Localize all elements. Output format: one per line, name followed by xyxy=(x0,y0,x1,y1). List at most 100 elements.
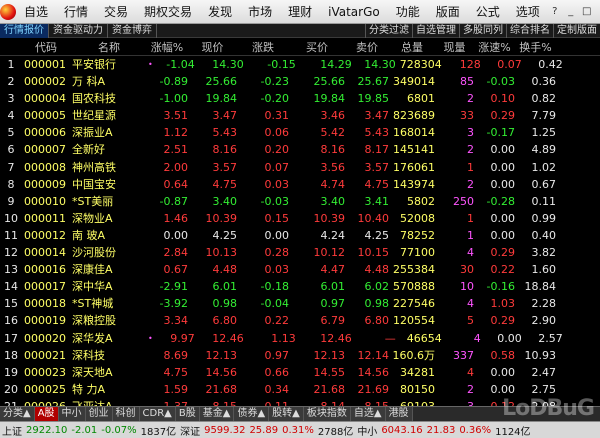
cell-change-pct: 2.51 xyxy=(163,143,189,157)
cell-change: 0.20 xyxy=(264,143,290,157)
menu-item-2[interactable]: 交易 xyxy=(96,0,136,24)
menu-item-0[interactable]: 自选 xyxy=(16,0,56,24)
menu-item-9[interactable]: 版面 xyxy=(428,0,468,24)
menu-item-5[interactable]: 市场 xyxy=(240,0,280,24)
col-header-volume[interactable]: 总量 xyxy=(389,39,435,55)
table-row[interactable]: 5 000006 深振业A 1.12 5.43 0.06 5.42 5.43 168014 3 -0… xyxy=(0,124,600,141)
table-row[interactable]: 6 000007 全新好 2.51 8.16 0.20 8.16 8.17 145141 2 0.0… xyxy=(0,141,600,158)
table-row[interactable]: 16 000019 深粮控股 3.34 6.80 0.22 6.79 6.80 120554 5 0… xyxy=(0,312,600,329)
col-header-last-volume[interactable]: 现量 xyxy=(435,39,474,55)
zx-amount: 1124亿 xyxy=(495,426,531,438)
cell-row-number: 7 xyxy=(7,160,15,174)
minimize-icon[interactable]: _ xyxy=(564,5,578,19)
table-row[interactable]: 10 000011 深物业A 1.46 10.39 0.15 10.39 10.40 52008… xyxy=(0,210,600,227)
sheet-tab-7[interactable]: 基金▲ xyxy=(199,407,235,421)
sheet-tab-2[interactable]: 中小 xyxy=(58,407,86,421)
table-row[interactable]: 17 000020 深华发A • 9.97 12.46 1.13 12.46—46654 4 0.… xyxy=(0,330,600,347)
cell-turnover: 1.25 xyxy=(531,126,557,140)
multi-stock-button[interactable]: 多股同列 xyxy=(459,23,506,38)
table-row[interactable]: 13 000016 深康佳A 0.67 4.48 0.03 4.47 4.48 255384 30… xyxy=(0,261,600,278)
close-icon[interactable]: × xyxy=(596,5,600,19)
sheet-tab-11[interactable]: 自选▲ xyxy=(350,407,386,421)
cell-volume: 570888 xyxy=(393,280,435,294)
menu-item-4[interactable]: 发现 xyxy=(200,0,240,24)
table-row[interactable]: 3 000004 国农科技 -1.00 19.84 -0.20 19.84 19.85 6801… xyxy=(0,90,600,107)
cell-price: 4.48 xyxy=(212,263,238,277)
table-row[interactable]: 14 000017 深中华A -2.91 6.01 -0.18 6.01 6.02 570888… xyxy=(0,278,600,295)
maximize-icon[interactable]: □ xyxy=(580,5,594,19)
table-row[interactable]: 19 000023 深天地A 4.75 14.56 0.66 14.55 14.56 34281… xyxy=(0,364,600,381)
sheet-tab-12[interactable]: 港股 xyxy=(385,407,413,421)
cell-stock-code: 000006 xyxy=(24,126,66,140)
col-header-change-pct[interactable]: 涨幅% xyxy=(146,39,188,55)
col-header-ask[interactable]: 卖价 xyxy=(345,39,389,55)
cell-speed: 0.00 xyxy=(497,331,522,345)
cell-last-volume: 4 xyxy=(467,297,474,311)
table-row[interactable]: 2 000002 万 科A -0.89 25.66 -0.23 25.66 25.67 3490… xyxy=(0,73,600,90)
menu-item-11[interactable]: 选项 xyxy=(508,0,548,24)
table-row[interactable]: 18 000021 深科技 8.69 12.13 0.97 12.13 12.14 160.6万… xyxy=(0,347,600,364)
menu-item-8[interactable]: 功能 xyxy=(388,0,428,24)
tab-fund-drive[interactable]: 资金驱动力 xyxy=(49,23,108,38)
cell-volume: 255384 xyxy=(393,263,435,277)
cell-row-number: 16 xyxy=(4,314,18,328)
col-header-name[interactable]: 名称 xyxy=(68,39,146,55)
cell-price: 4.75 xyxy=(212,177,238,191)
menu-item-10[interactable]: 公式 xyxy=(468,0,508,24)
sheet-tab-9[interactable]: 股转▲ xyxy=(269,407,304,421)
cell-change-pct: 1.46 xyxy=(163,211,189,225)
sheet-tab-0[interactable]: 分类▲ xyxy=(0,407,35,421)
col-header-speed[interactable]: 涨速% xyxy=(474,39,515,55)
menu-item-7[interactable]: iVatarGo xyxy=(320,0,388,24)
col-header-bid[interactable]: 买价 xyxy=(289,39,345,55)
cell-turnover: 0.99 xyxy=(531,211,557,225)
sheet-tab-4[interactable]: 科创 xyxy=(112,407,140,421)
table-row[interactable]: 4 000005 世纪星源 3.51 3.47 0.31 3.46 3.47 823689 33 0… xyxy=(0,107,600,124)
sheet-tab-6[interactable]: B股 xyxy=(175,407,200,421)
sheet-tab-1[interactable]: A股 xyxy=(34,407,59,421)
cell-speed: 1.03 xyxy=(490,297,516,311)
tab-quote[interactable]: 行情报价 xyxy=(0,23,49,38)
menu-item-1[interactable]: 行情 xyxy=(56,0,96,24)
cell-price: 14.56 xyxy=(205,365,238,379)
col-header-code[interactable]: 代码 xyxy=(22,39,68,55)
cell-volume: 46654 xyxy=(406,331,442,345)
watchlist-manage-button[interactable]: 自选管理 xyxy=(412,23,459,38)
custom-layout-button[interactable]: 定制版面 xyxy=(553,23,600,38)
table-row[interactable]: 1 000001 平安银行 • -1.04 14.30 -0.15 14.29 14.30 728… xyxy=(0,56,600,73)
cell-row-number: 14 xyxy=(4,280,18,294)
table-row[interactable]: 20 000025 特 力A 1.59 21.68 0.34 21.68 21.69 80150… xyxy=(0,381,600,398)
cell-stock-name: 深康佳A xyxy=(72,263,113,277)
col-header-price[interactable]: 现价 xyxy=(188,39,237,55)
cell-ask: 4.48 xyxy=(364,263,390,277)
cell-price: 10.39 xyxy=(205,211,238,225)
cell-bid: 14.55 xyxy=(313,365,346,379)
table-row[interactable]: 8 000009 中国宝安 0.64 4.75 0.03 4.74 4.75 143974 2 0.… xyxy=(0,176,600,193)
sheet-tab-5[interactable]: CDR▲ xyxy=(139,407,176,421)
table-row[interactable]: 11 000012 南 玻A 0.00 4.25 0.00 4.24 4.25 78252 1 0.… xyxy=(0,227,600,244)
menu-item-3[interactable]: 期权交易 xyxy=(136,0,200,24)
col-header-change[interactable]: 涨跌 xyxy=(237,39,289,55)
col-header-index[interactable] xyxy=(0,39,22,55)
ranking-button[interactable]: 综合排名 xyxy=(506,23,553,38)
sheet-tab-10[interactable]: 板块指数 xyxy=(303,407,351,421)
table-row[interactable]: 7 000008 神州高铁 2.00 3.57 0.07 3.56 3.57 176061 1 0.… xyxy=(0,159,600,176)
sheet-tab-8[interactable]: 债券▲ xyxy=(234,407,270,421)
cell-change-pct: -3.92 xyxy=(159,297,188,311)
cell-row-number: 12 xyxy=(4,246,18,260)
cell-row-number: 18 xyxy=(4,348,18,362)
help-icon[interactable]: ? xyxy=(548,5,562,19)
menu-item-6[interactable]: 理财 xyxy=(280,0,320,24)
tab-fund-game[interactable]: 资金博弈 xyxy=(108,23,157,38)
cell-bid: 10.39 xyxy=(313,211,346,225)
table-row[interactable]: 12 000014 沙河股份 2.84 10.13 0.28 10.12 10.15 77100… xyxy=(0,244,600,261)
col-header-turnover[interactable]: 换手% xyxy=(515,39,556,55)
table-row[interactable]: 9 000010 *ST美丽 -0.87 3.40 -0.03 3.40 3.41 5802 25… xyxy=(0,193,600,210)
sheet-tab-3[interactable]: 创业 xyxy=(85,407,113,421)
cell-ask: 0.98 xyxy=(364,297,390,311)
cell-ask: 10.40 xyxy=(357,211,390,225)
filter-button[interactable]: 分类过滤 xyxy=(365,23,412,38)
zx-change: 21.83 xyxy=(426,424,456,436)
table-row[interactable]: 15 000018 *ST神城 -3.92 0.98 -0.04 0.97 0.98 22754… xyxy=(0,295,600,312)
cell-row-number: 10 xyxy=(4,211,18,225)
